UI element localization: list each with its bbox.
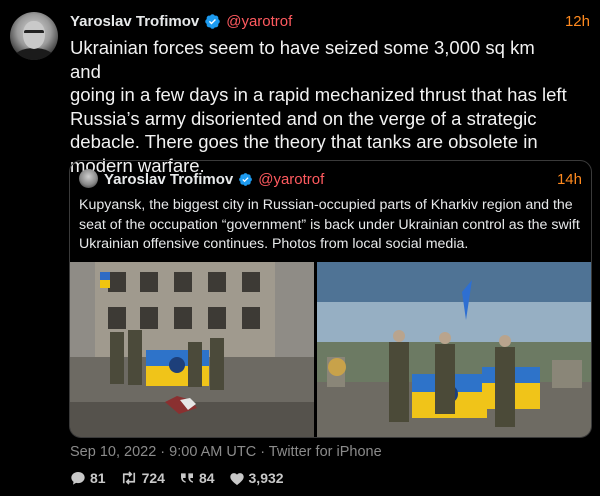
quote-icon: [179, 470, 195, 486]
tweet: Yaroslav Trofimov @yarotrof 12h Ukrainia…: [0, 0, 600, 496]
reply-button[interactable]: 81: [70, 470, 106, 486]
quoted-media: [70, 262, 591, 437]
retweet-button[interactable]: 724: [120, 470, 165, 486]
tweet-header: Yaroslav Trofimov @yarotrof 12h: [70, 11, 590, 31]
quoted-author-handle: @yarotrof: [258, 170, 325, 188]
quoted-tweet-time: 14h: [556, 170, 582, 188]
reply-count: 81: [90, 470, 106, 486]
quote-count: 84: [198, 470, 215, 486]
like-button[interactable]: 3,932: [229, 470, 284, 486]
tweet-text: Ukrainian forces seem to have seized som…: [70, 37, 567, 176]
tweet-timestamp[interactable]: Sep 10, 2022 · 9:00 AM UTC · Twitter for…: [70, 444, 382, 460]
quoted-tweet[interactable]: Yaroslav Trofimov @yarotrof 14h Kupyansk…: [69, 160, 592, 438]
quoted-author-name: Yaroslav Trofimov: [104, 170, 234, 188]
photo-soldiers-rooftop[interactable]: [317, 262, 591, 437]
tweet-time[interactable]: 12h: [565, 13, 590, 30]
verified-badge-icon: [204, 13, 221, 30]
tweet-actions: 81 724 84 3,932: [70, 470, 284, 486]
quoted-avatar: [79, 169, 98, 188]
avatar[interactable]: [10, 12, 58, 60]
comment-icon: [70, 470, 86, 486]
retweet-icon: [120, 470, 138, 486]
quoted-tweet-header: Yaroslav Trofimov @yarotrof 14h: [104, 169, 582, 189]
quoted-tweet-text: Kupyansk, the biggest city in Russian-oc…: [79, 197, 580, 252]
retweet-count: 724: [141, 470, 165, 486]
quote-button[interactable]: 84: [179, 470, 215, 486]
author-name[interactable]: Yaroslav Trofimov: [70, 13, 199, 30]
verified-badge-icon: [238, 172, 253, 187]
like-count: 3,932: [248, 470, 284, 486]
photo-soldiers-building[interactable]: [70, 262, 314, 437]
heart-icon: [229, 471, 245, 486]
author-handle[interactable]: @yarotrof: [226, 13, 292, 30]
